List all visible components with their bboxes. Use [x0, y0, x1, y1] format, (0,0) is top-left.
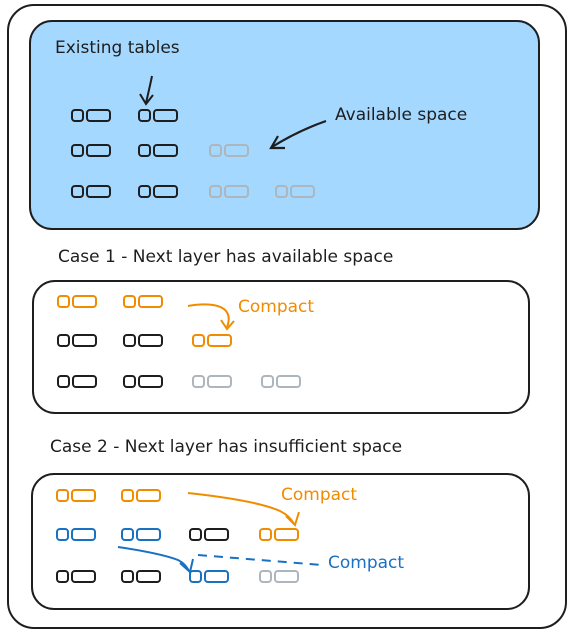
- table-gray: [259, 570, 299, 583]
- table-blue: [121, 528, 161, 541]
- available-space-label: Available space: [335, 105, 467, 125]
- table-dark: [57, 334, 97, 347]
- case1-title: Case 1 - Next layer has available space: [58, 247, 393, 267]
- table-dark: [189, 528, 229, 541]
- table-orange: [121, 489, 161, 502]
- table-gray: [192, 375, 232, 388]
- table-dark: [123, 375, 163, 388]
- table-orange: [123, 295, 163, 308]
- case2-compact-arrowhead-orange: [285, 511, 300, 527]
- table-dark: [121, 570, 161, 583]
- diagram: Existing tables Available space Case 1 -…: [7, 4, 567, 629]
- case2-dashed-line: [197, 554, 323, 566]
- case1-compact-label: Compact: [238, 297, 314, 317]
- table-orange: [192, 334, 232, 347]
- table-dark: [123, 334, 163, 347]
- table-blue: [56, 528, 96, 541]
- case2-compact-top-label: Compact: [281, 485, 357, 505]
- table-blue: [189, 570, 229, 583]
- case2-compact-arrow-blue: [117, 546, 190, 572]
- table-dark: [56, 570, 96, 583]
- existing-tables-label: Existing tables: [55, 38, 180, 58]
- table-orange: [56, 489, 96, 502]
- case2-tables: [56, 489, 299, 583]
- case2-title: Case 2 - Next layer has insufficient spa…: [50, 437, 402, 457]
- table-dark: [57, 375, 97, 388]
- table-gray: [261, 375, 301, 388]
- case2-compact-arrow-orange: [187, 492, 295, 525]
- table-orange: [57, 295, 97, 308]
- table-orange: [259, 528, 299, 541]
- case2-compact-bottom-label: Compact: [328, 553, 404, 573]
